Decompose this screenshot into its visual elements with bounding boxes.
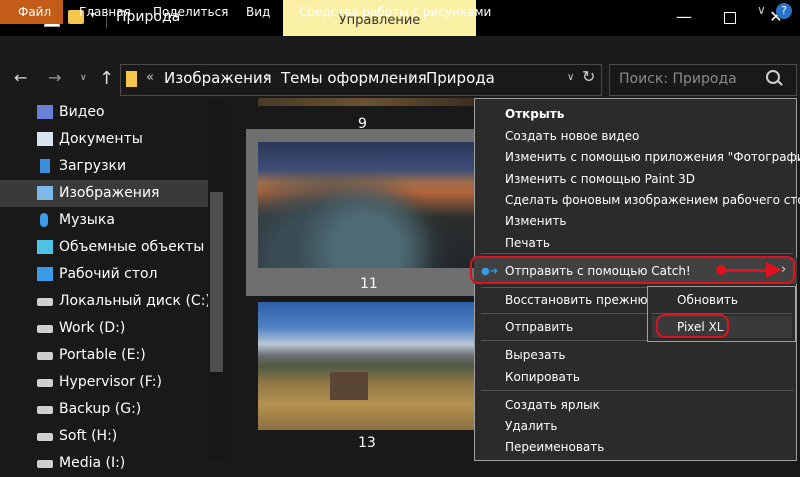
breadcrumb-themes[interactable]: Темы оформления <box>281 69 427 87</box>
menu-item-create-shortcut[interactable]: Создать ярлык <box>505 398 600 412</box>
tab-share[interactable]: Поделиться <box>144 0 237 24</box>
back-button[interactable]: ← <box>14 68 27 87</box>
drive-icon <box>37 406 53 414</box>
menu-item-rename[interactable]: Переименовать <box>505 440 604 454</box>
system-drive-icon <box>37 298 53 306</box>
sidebar-item-label: Рабочий стол <box>59 266 158 282</box>
sidebar-item[interactable]: Музыка <box>0 207 208 234</box>
refresh-button[interactable]: ↻ <box>582 67 595 86</box>
sidebar-item[interactable]: Hypervisor (F:) <box>0 369 208 396</box>
menu-separator <box>481 390 793 391</box>
breadcrumb-separator[interactable]: › <box>265 69 270 84</box>
submenu-item-refresh[interactable]: Обновить <box>677 293 738 307</box>
sidebar-item-label: Видео <box>59 104 105 120</box>
menu-item-edit-photos[interactable]: Изменить с помощью приложения "Фотографи… <box>505 150 800 164</box>
sidebar-item[interactable]: Portable (E:) <box>0 342 208 369</box>
hidden-path-chevron[interactable]: « <box>146 70 154 85</box>
menu-item-set-wallpaper[interactable]: Сделать фоновым изображением рабочего ст… <box>505 193 800 207</box>
desktop-icon <box>37 267 53 281</box>
sidebar-item[interactable]: Загрузки <box>0 153 208 180</box>
pictures-icon <box>37 186 53 200</box>
sidebar-item-label: Документы <box>59 131 143 147</box>
drive-icon <box>37 433 53 441</box>
breadcrumb-pictures[interactable]: Изображения <box>164 69 272 87</box>
breadcrumb-nature[interactable]: Природа <box>426 69 495 87</box>
tab-picture-tools[interactable]: Средства работы с рисунками <box>290 0 500 24</box>
file-name[interactable]: 13 <box>358 435 376 451</box>
menu-item-print[interactable]: Печать <box>505 236 550 250</box>
thumbnail-image[interactable] <box>258 142 474 268</box>
cabin-shape <box>330 372 368 400</box>
sidebar-item[interactable]: Документы <box>0 126 208 153</box>
drive-icon <box>37 352 53 360</box>
sidebar-item-label: Work (D:) <box>59 320 126 336</box>
maximize-icon <box>724 11 736 24</box>
menu-item-open[interactable]: Открыть <box>505 107 564 121</box>
sidebar-item[interactable]: Soft (H:) <box>0 423 208 450</box>
folder-icon <box>126 71 137 87</box>
ribbon <box>0 36 800 60</box>
search-icon[interactable] <box>766 70 780 84</box>
sidebar-item[interactable]: Видео <box>0 99 208 126</box>
drive-icon <box>37 325 53 333</box>
menu-item-send-to[interactable]: Отправить <box>505 320 573 334</box>
sidebar-item[interactable]: Backup (G:) <box>0 396 208 423</box>
annotation-highlight <box>656 314 729 338</box>
sidebar-item-label: Изображения <box>59 185 160 201</box>
sidebar-item[interactable]: Media (I:) <box>0 450 208 477</box>
sidebar-item[interactable]: Локальный диск (C:) <box>0 288 211 315</box>
thumbnail-image[interactable] <box>258 302 474 430</box>
menu-item-copy[interactable]: Копировать <box>505 370 580 384</box>
tab-view[interactable]: Вид <box>237 0 279 24</box>
scrollbar-thumb[interactable] <box>210 192 223 372</box>
tab-home[interactable]: Главная <box>70 0 140 24</box>
menu-item-create-video[interactable]: Создать новое видео <box>505 129 639 143</box>
minimize-button[interactable]: — <box>661 0 707 36</box>
menu-item-edit-paint3d[interactable]: Изменить с помощью Paint 3D <box>505 172 695 186</box>
downloads-icon <box>40 159 50 173</box>
sidebar-item[interactable]: Work (D:) <box>0 315 208 342</box>
sidebar-item-label: Soft (H:) <box>59 428 118 444</box>
documents-icon <box>37 132 53 146</box>
thumbnail-image[interactable] <box>258 98 474 106</box>
menu-item-edit[interactable]: Изменить <box>505 214 567 228</box>
expand-ribbon-icon[interactable]: ∨ <box>757 3 766 17</box>
sidebar-item-label: Portable (E:) <box>59 347 146 363</box>
sidebar-item-label: Backup (G:) <box>59 401 142 417</box>
menu-item-delete[interactable]: Удалить <box>505 419 558 433</box>
help-icon[interactable]: ? <box>776 3 792 19</box>
breadcrumb-separator[interactable]: › <box>409 69 414 84</box>
sidebar-item-label: Media (I:) <box>59 455 126 471</box>
video-icon <box>37 105 53 119</box>
tab-file[interactable]: Файл <box>0 0 63 24</box>
sidebar-item-label: Загрузки <box>59 158 127 174</box>
sidebar-item-label: Музыка <box>59 212 115 228</box>
menu-separator <box>481 253 793 254</box>
recent-locations-dropdown[interactable]: ∨ <box>80 73 87 83</box>
sidebar-item[interactable]: Рабочий стол <box>0 261 208 288</box>
drive-icon <box>37 379 53 387</box>
drive-icon <box>37 460 53 468</box>
music-icon <box>40 213 48 227</box>
annotation-highlight <box>470 256 795 284</box>
3d-objects-icon <box>37 240 53 254</box>
file-name[interactable]: 11 <box>360 276 378 292</box>
address-dropdown-icon[interactable]: ∨ <box>567 72 574 83</box>
sidebar-item-label: Объемные объекты <box>59 239 205 255</box>
menu-item-cut[interactable]: Вырезать <box>505 348 566 362</box>
sidebar-item-label: Локальный диск (C:) <box>59 293 211 309</box>
forward-button[interactable]: → <box>48 68 61 87</box>
sidebar-item[interactable]: Изображения <box>0 180 208 207</box>
search-placeholder: Поиск: Природа <box>619 71 737 87</box>
maximize-button[interactable] <box>707 0 753 36</box>
up-button[interactable]: ↑ <box>99 68 114 89</box>
sidebar-item[interactable]: Объемные объекты <box>0 234 208 261</box>
sidebar-item-label: Hypervisor (F:) <box>59 374 162 390</box>
